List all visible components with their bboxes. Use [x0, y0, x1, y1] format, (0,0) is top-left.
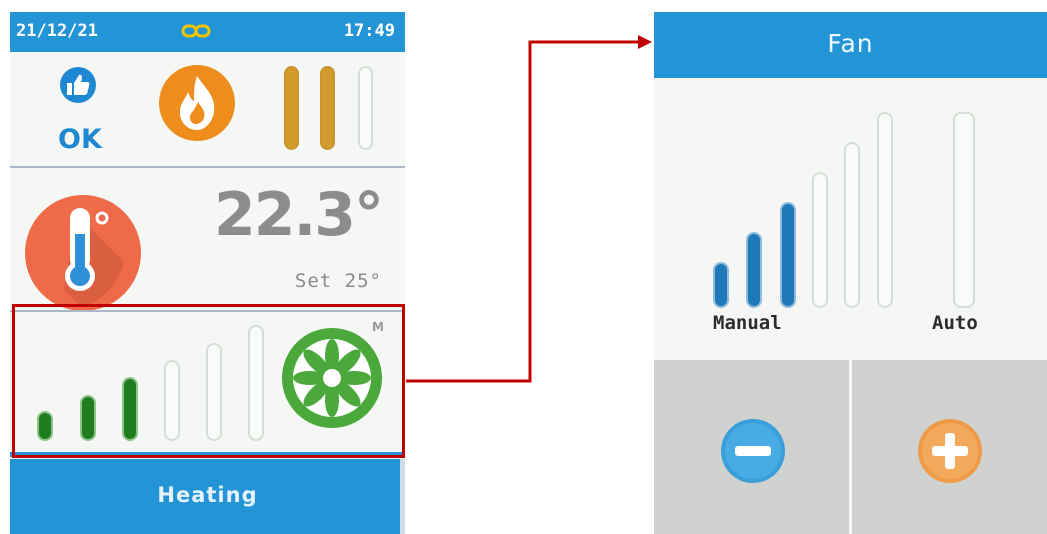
manual-label: Manual	[713, 312, 782, 334]
fan-settings-screen: Fan Manual Auto	[654, 12, 1047, 534]
fan-speed-bar-4[interactable]	[812, 172, 828, 308]
heating-mode-button[interactable]: Heating	[10, 459, 405, 534]
fan-auto-bar[interactable]	[953, 112, 975, 308]
fan-section-highlight	[12, 304, 405, 458]
fan-speed-bar-2[interactable]	[746, 232, 762, 308]
burner-level-bar-3	[358, 66, 373, 150]
fan-speed-bar-5[interactable]	[844, 142, 860, 308]
setpoint-label[interactable]: Set 25°	[295, 270, 382, 292]
auto-label: Auto	[932, 312, 978, 334]
heating-mode-label: Heating	[157, 483, 258, 507]
burner-level-bar-2	[320, 66, 335, 150]
fan-speed-bar-6[interactable]	[877, 112, 893, 308]
ok-label: OK	[58, 124, 102, 155]
status-bar: 21/12/21 17:49	[10, 12, 405, 52]
current-temperature: 22.3°	[213, 180, 384, 250]
increase-button[interactable]	[917, 418, 983, 484]
burner-level-bar-1	[284, 66, 299, 150]
fan-speed-bar-3[interactable]	[780, 202, 796, 308]
thumbs-up-icon	[60, 67, 96, 103]
fan-speed-bar-1[interactable]	[713, 262, 729, 308]
status-time: 17:49	[343, 21, 395, 41]
fan-title: Fan	[827, 29, 874, 58]
decrease-button[interactable]	[720, 418, 786, 484]
scroll-edge	[400, 459, 405, 534]
status-date: 21/12/21	[16, 21, 98, 41]
fan-title-bar: Fan	[654, 12, 1047, 78]
thermometer-icon	[25, 195, 141, 311]
link-icon	[181, 24, 211, 38]
divider	[10, 166, 405, 168]
flame-icon	[159, 65, 235, 141]
